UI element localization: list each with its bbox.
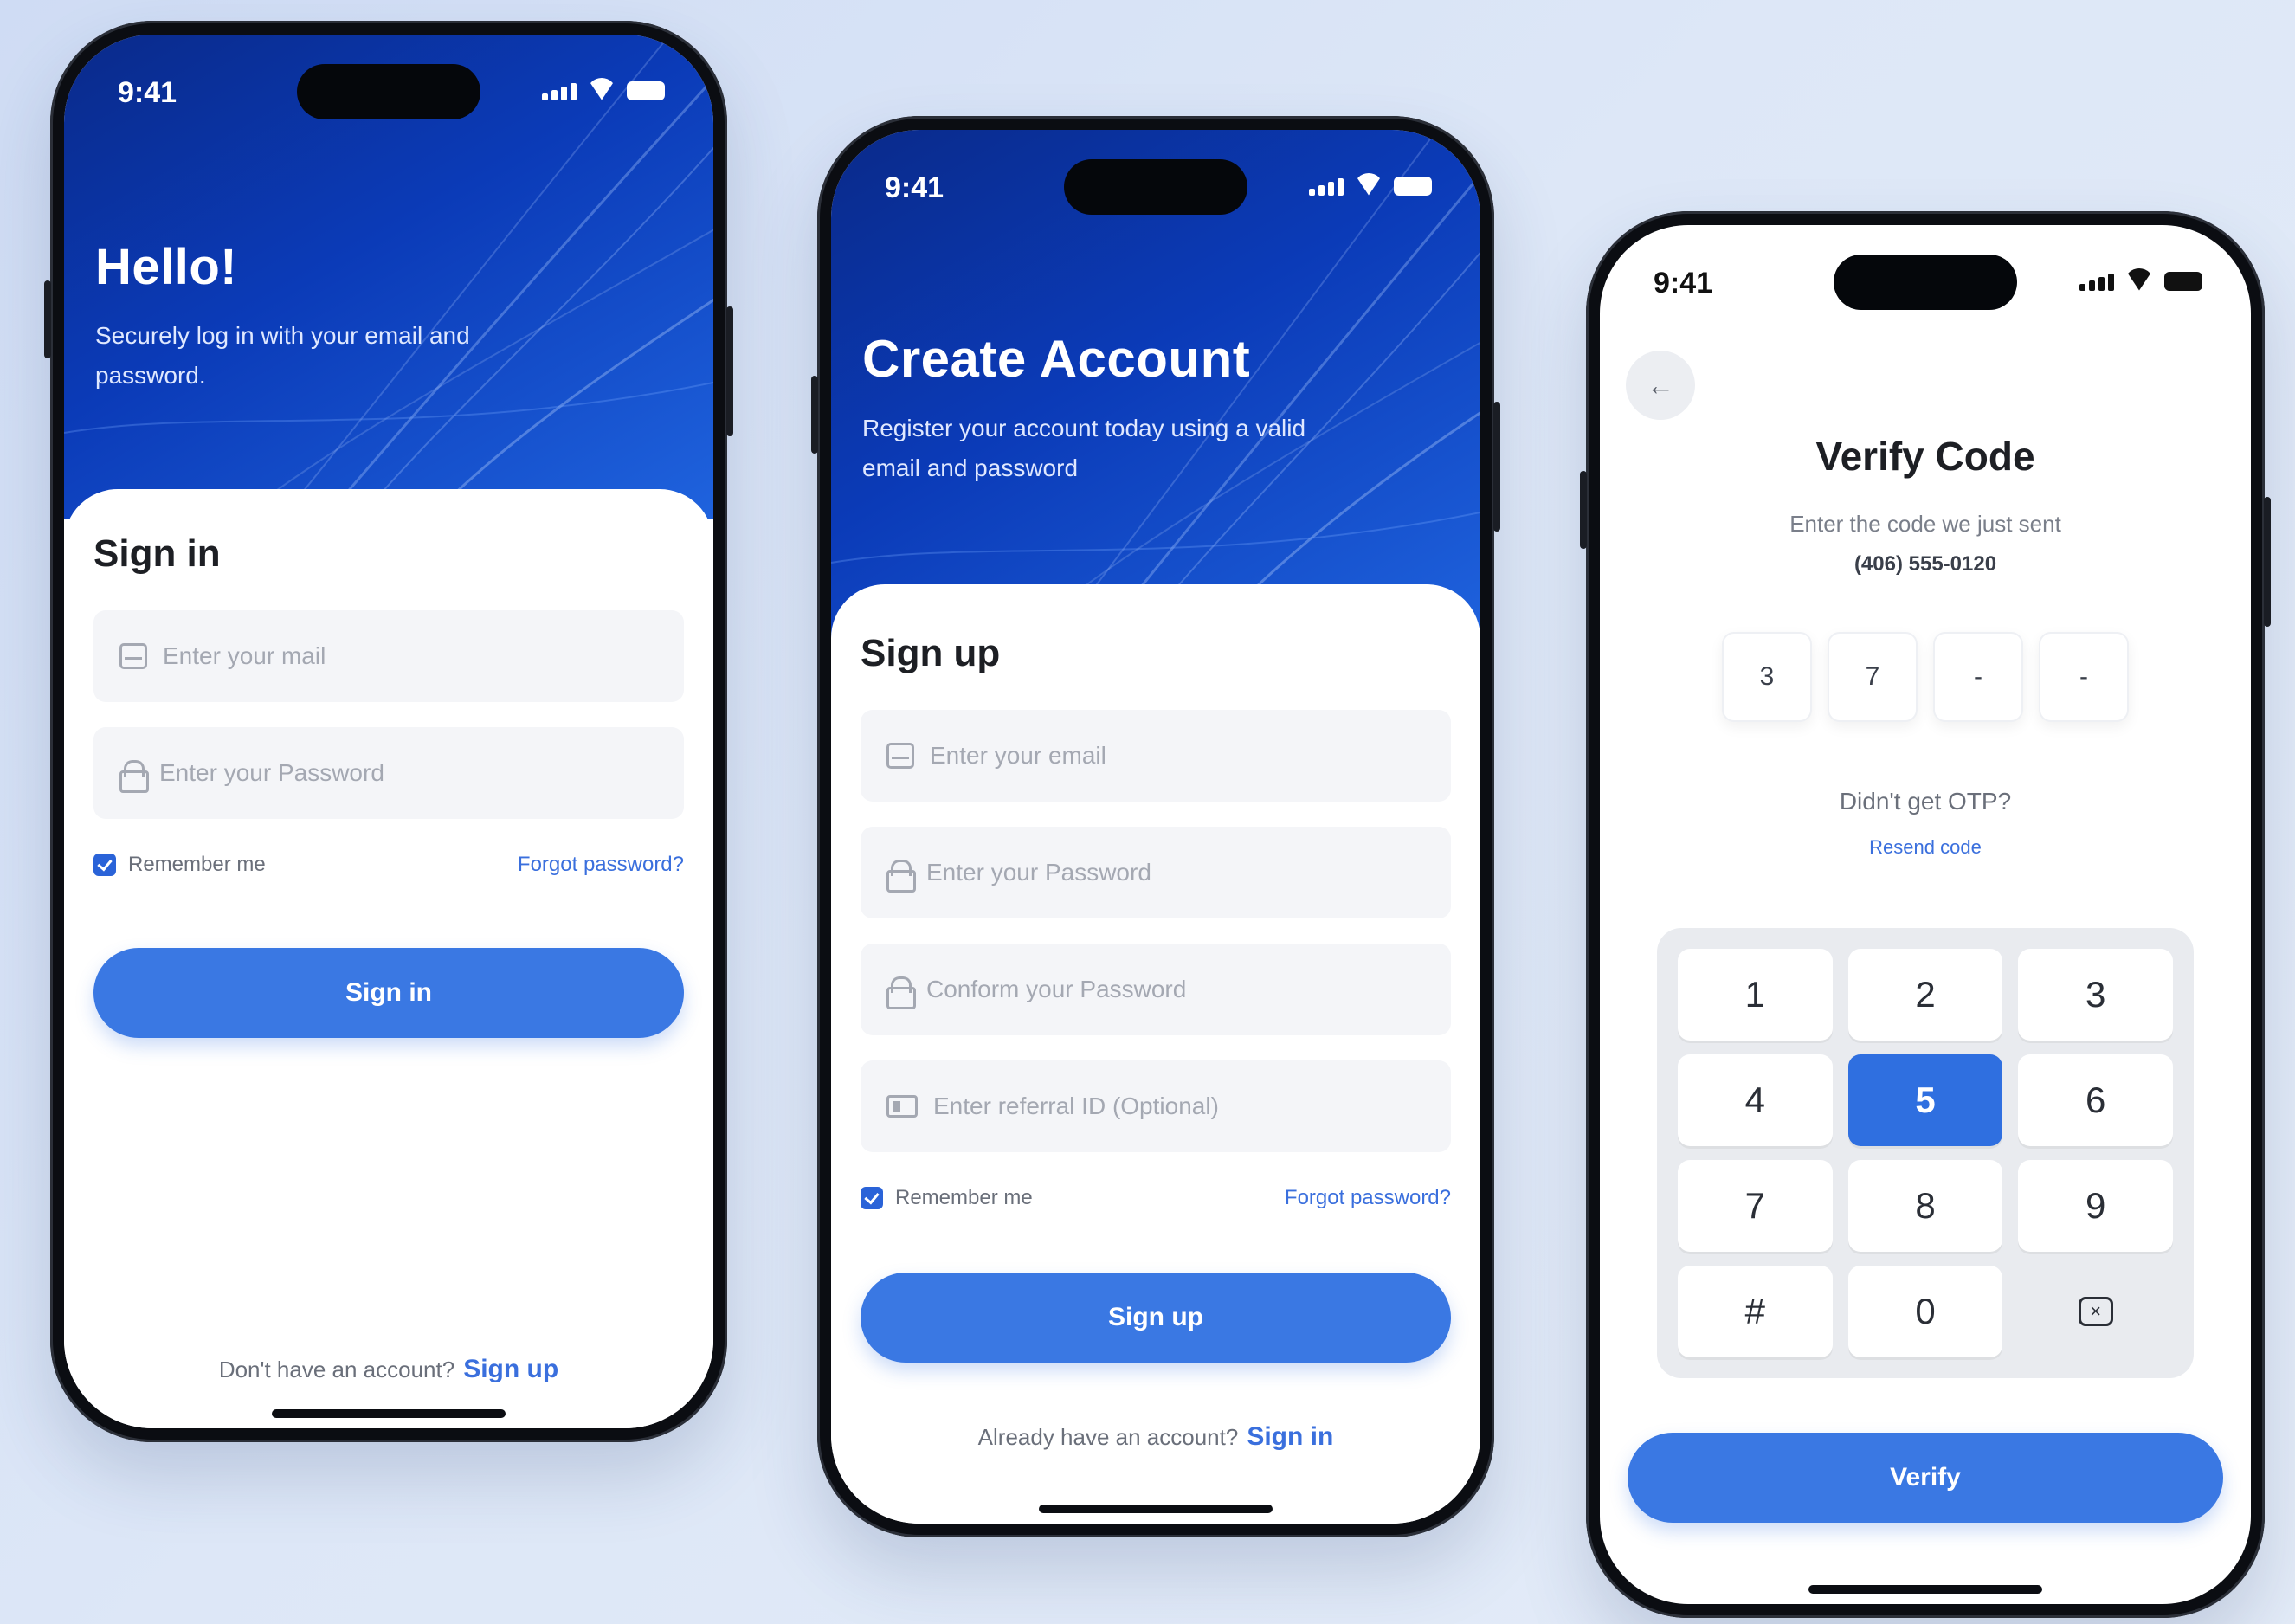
lock-icon (886, 860, 916, 893)
key-6[interactable]: 6 (2018, 1054, 2173, 1146)
dynamic-island (1834, 255, 2017, 310)
status-bar: 9:41 (1600, 225, 2251, 320)
phone-verify-code: 9:41 ← Verify Code Enter the code we jus… (1580, 211, 2271, 1618)
dynamic-island (1064, 159, 1247, 215)
key-hash[interactable]: # (1678, 1266, 1833, 1357)
signup-prompt: Don't have an account? Sign up (64, 1355, 713, 1384)
phone-sign-up: Create Account Register your account tod… (811, 116, 1500, 1537)
referral-placeholder: Enter referral ID (Optional) (933, 1092, 1219, 1119)
sign-up-card: Sign up Enter your email Enter your Pass… (831, 584, 1480, 1524)
home-indicator (272, 1409, 506, 1418)
backspace-icon: × (2078, 1297, 2113, 1326)
sign-in-button[interactable]: Sign in (93, 948, 684, 1038)
email-placeholder: Enter your email (930, 742, 1106, 769)
status-bar: 9:41 (64, 35, 713, 130)
hero-subtitle: Register your account today using a vali… (862, 415, 1306, 481)
page-title: Verify Code (1815, 434, 2035, 479)
key-2[interactable]: 2 (1847, 949, 2003, 1041)
sign-in-link[interactable]: Sign in (1247, 1422, 1333, 1451)
remember-label: Remember me (128, 853, 266, 876)
remember-checkbox[interactable] (861, 1187, 883, 1209)
forgot-password-link[interactable]: Forgot password? (1285, 1186, 1451, 1210)
verify-button[interactable]: Verify (1628, 1433, 2223, 1523)
lock-icon (886, 976, 916, 1009)
id-card-icon (886, 1095, 918, 1118)
remember-me[interactable]: Remember me (93, 853, 266, 877)
wifi-icon (2124, 268, 2154, 291)
forgot-password-link[interactable]: Forgot password? (518, 853, 684, 877)
hero-title: Hello! (95, 239, 238, 295)
signin-prompt-text: Already have an account? (977, 1424, 1239, 1450)
key-3[interactable]: 3 (2018, 949, 2173, 1041)
signal-icon (542, 83, 577, 100)
otp-digit-3[interactable]: - (1933, 632, 2023, 722)
arrow-left-icon: ← (1647, 369, 1674, 401)
signin-prompt: Already have an account? Sign in (831, 1422, 1480, 1452)
dynamic-island (297, 64, 480, 119)
key-7[interactable]: 7 (1678, 1160, 1833, 1252)
password-input[interactable]: Enter your Password (861, 827, 1451, 918)
password-placeholder: Enter your Password (159, 759, 384, 786)
lock-icon (119, 760, 149, 793)
remember-checkbox[interactable] (93, 854, 116, 876)
sign-up-link[interactable]: Sign up (463, 1355, 558, 1383)
email-placeholder: Enter your mail (163, 642, 326, 669)
otp-digit-2[interactable]: 7 (1828, 632, 1918, 722)
wifi-icon (587, 78, 616, 100)
card-title: Sign up (861, 632, 1001, 674)
key-4[interactable]: 4 (1678, 1054, 1833, 1146)
wifi-icon (1354, 173, 1383, 196)
otp-input-group: 3 7 - - (1600, 632, 2251, 722)
key-9[interactable]: 9 (2018, 1160, 2173, 1252)
hero-subtitle: Securely log in with your email and pass… (95, 322, 470, 389)
key-1[interactable]: 1 (1678, 949, 1833, 1041)
remember-me[interactable]: Remember me (861, 1186, 1033, 1210)
key-8[interactable]: 8 (1847, 1160, 2003, 1252)
card-title: Sign in (93, 532, 221, 575)
referral-id-input[interactable]: Enter referral ID (Optional) (861, 1060, 1451, 1152)
back-button[interactable]: ← (1626, 351, 1695, 420)
status-time: 9:41 (118, 76, 177, 109)
password-input[interactable]: Enter your Password (93, 727, 684, 819)
battery-icon (2164, 272, 2202, 291)
otp-digit-4[interactable]: - (2039, 632, 2129, 722)
otp-digit-1[interactable]: 3 (1722, 632, 1812, 722)
status-bar: 9:41 (831, 130, 1480, 225)
status-time: 9:41 (885, 171, 944, 204)
sign-up-screen: Create Account Register your account tod… (831, 130, 1480, 1524)
mail-icon (886, 743, 914, 769)
email-input[interactable]: Enter your mail (93, 610, 684, 702)
signup-prompt-text: Don't have an account? (218, 1357, 455, 1382)
delete-key[interactable]: × (2018, 1266, 2173, 1357)
home-indicator (1808, 1585, 2042, 1594)
battery-icon (1394, 177, 1432, 196)
sign-in-card: Sign in Enter your mail Enter your Passw… (64, 489, 713, 1428)
verify-screen: 9:41 ← Verify Code Enter the code we jus… (1600, 225, 2251, 1604)
confirm-password-input[interactable]: Conform your Password (861, 944, 1451, 1035)
sign-up-button[interactable]: Sign up (861, 1273, 1451, 1363)
resend-code-link[interactable]: Resend code (1600, 836, 2251, 859)
remember-label: Remember me (895, 1186, 1033, 1209)
status-time: 9:41 (1654, 267, 1713, 300)
battery-icon (627, 81, 665, 100)
no-otp-text: Didn't get OTP? (1839, 788, 2012, 815)
hero-title: Create Account (862, 330, 1251, 388)
signal-icon (1309, 178, 1344, 196)
confirm-password-placeholder: Conform your Password (926, 976, 1187, 1002)
verify-subtitle: Enter the code we just sent (1789, 511, 2061, 537)
key-5[interactable]: 5 (1847, 1054, 2003, 1146)
home-indicator (1039, 1505, 1273, 1513)
key-0[interactable]: 0 (1847, 1266, 2003, 1357)
sign-in-screen: Hello! Securely log in with your email a… (64, 35, 713, 1428)
numeric-keypad: 1 2 3 4 5 6 7 8 9 # 0 × (1657, 928, 2194, 1378)
phone-sign-in: Hello! Securely log in with your email a… (44, 21, 733, 1442)
signal-icon (2079, 274, 2114, 291)
password-placeholder: Enter your Password (926, 859, 1151, 886)
mail-icon (119, 643, 147, 669)
email-input[interactable]: Enter your email (861, 710, 1451, 802)
verify-phone-number: (406) 555-0120 (1853, 552, 1997, 576)
